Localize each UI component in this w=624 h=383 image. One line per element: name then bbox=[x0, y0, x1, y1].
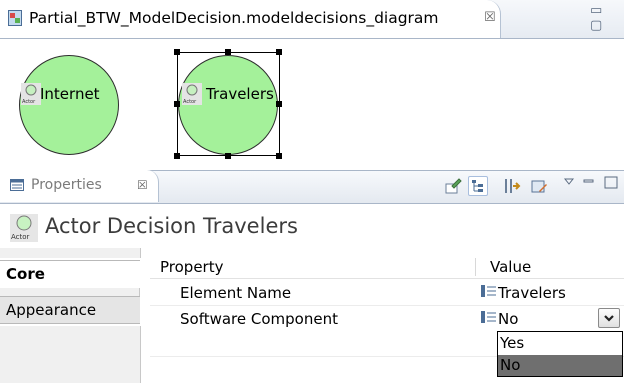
actor-icon-text: Actor bbox=[11, 233, 30, 241]
property-name: Software Component bbox=[180, 310, 338, 328]
actor-icon-text: Actor bbox=[183, 99, 197, 105]
tree-button[interactable] bbox=[468, 176, 488, 196]
minimize-icon[interactable] bbox=[582, 176, 596, 188]
section-tab-appearance[interactable]: Appearance bbox=[0, 296, 140, 324]
resize-handle[interactable] bbox=[174, 49, 180, 55]
text-value-icon bbox=[481, 285, 496, 297]
close-icon[interactable]: ☒ bbox=[484, 10, 496, 25]
column-header-value[interactable]: Value bbox=[490, 258, 531, 276]
section-tab-core[interactable]: Core bbox=[0, 260, 140, 288]
actor-icon-text: Actor bbox=[22, 99, 36, 105]
dropdown-list: Yes No bbox=[497, 331, 623, 377]
column-separator[interactable] bbox=[475, 258, 476, 276]
tree-icon bbox=[472, 180, 483, 192]
resize-handle[interactable] bbox=[174, 101, 180, 107]
resize-handle[interactable] bbox=[225, 49, 231, 55]
minimize-maximize-icon[interactable]: ▭ ▢ bbox=[590, 3, 624, 33]
section-tabs-fill bbox=[0, 326, 141, 383]
dropdown-option-yes[interactable]: Yes bbox=[498, 333, 622, 354]
section-tab-label: Appearance bbox=[6, 301, 97, 319]
combo-dropdown-button[interactable] bbox=[598, 308, 620, 328]
resize-handle[interactable] bbox=[276, 153, 282, 159]
combo-value[interactable]: No bbox=[498, 310, 518, 328]
editor-tab-title[interactable]: Partial_BTW_ModelDecision.modeldecisions… bbox=[29, 9, 439, 27]
diagram-file-icon bbox=[8, 10, 22, 26]
chevron-down-icon bbox=[604, 315, 614, 322]
resize-handle[interactable] bbox=[225, 153, 231, 159]
maximize-icon[interactable] bbox=[602, 175, 618, 189]
resize-handle[interactable] bbox=[276, 49, 282, 55]
properties-icon bbox=[10, 179, 24, 191]
section-tabs-top bbox=[0, 248, 141, 258]
section-tab-label: Core bbox=[6, 265, 45, 283]
row-divider bbox=[150, 305, 624, 306]
actor-node-internet[interactable] bbox=[19, 55, 119, 155]
resize-handle[interactable] bbox=[276, 101, 282, 107]
properties-header-title: Actor Decision Travelers bbox=[45, 214, 298, 238]
properties-tab-title[interactable]: Properties bbox=[31, 177, 102, 193]
dropdown-option-no[interactable]: No bbox=[498, 355, 622, 376]
resize-handle[interactable] bbox=[174, 153, 180, 159]
actor-icon: Actor bbox=[182, 83, 202, 105]
actor-label-travelers: Travelers bbox=[206, 85, 274, 103]
actor-label-internet: Internet bbox=[40, 85, 100, 103]
pin-icon[interactable] bbox=[443, 176, 463, 196]
column-header-property[interactable]: Property bbox=[160, 258, 223, 276]
filter-icon[interactable] bbox=[502, 176, 522, 196]
restore-icon[interactable] bbox=[529, 176, 549, 196]
section-tab-gap bbox=[0, 288, 140, 296]
close-icon[interactable]: ☒ bbox=[137, 178, 148, 192]
view-menu-icon[interactable] bbox=[563, 176, 575, 188]
actor-icon: Actor bbox=[21, 83, 41, 105]
text-value-icon bbox=[481, 311, 496, 323]
property-name: Element Name bbox=[180, 284, 292, 302]
property-value[interactable]: Travelers bbox=[498, 284, 566, 302]
actor-icon: Actor bbox=[10, 214, 38, 242]
